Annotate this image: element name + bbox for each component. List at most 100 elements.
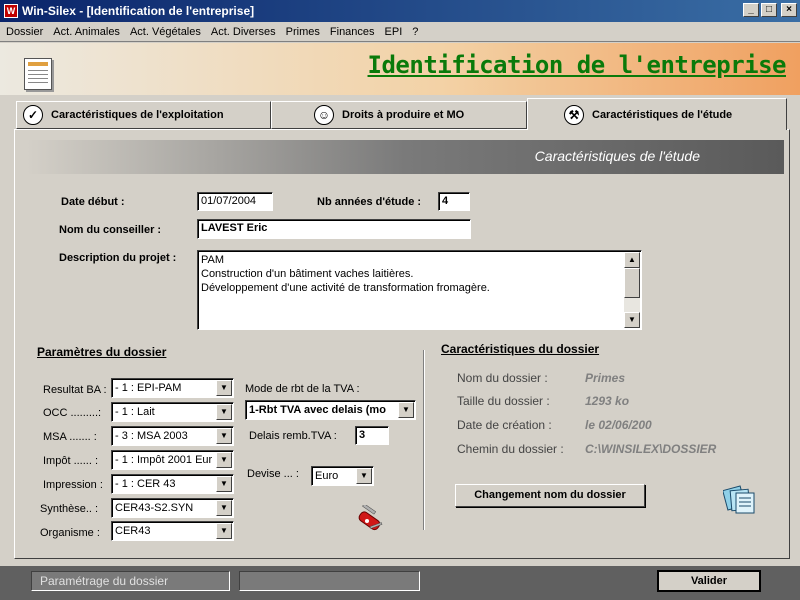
chevron-down-icon[interactable]: ▼ [398,402,414,418]
person-icon: ☺ [314,105,334,125]
devise-label: Devise ... : [247,468,299,480]
impression-label: Impression : [43,479,103,491]
menu-finances[interactable]: Finances [330,26,375,38]
msa-label: MSA ....... : [43,431,97,443]
menu-act-vegetales[interactable]: Act. Végétales [130,26,201,38]
taille-dossier-label: Taille du dossier : [457,394,550,408]
conseiller-input[interactable]: LAVEST Eric [197,219,471,239]
occ-label: OCC .........: [43,407,102,419]
tab-label: Caractéristiques de l'exploitation [51,109,224,121]
organisme-value: CER43 [115,525,151,537]
tab-etude[interactable]: ⚒ Caractéristiques de l'étude [527,98,787,130]
occ-value: - 1 : Lait [115,406,155,418]
chevron-down-icon[interactable]: ▼ [216,428,232,444]
description-label: Description du projet : [59,252,177,264]
synthese-select[interactable]: CER43-S2.SYN ▼ [111,498,234,518]
scroll-thumb[interactable] [624,268,640,298]
maximize-button[interactable]: □ [761,3,777,17]
conseiller-label: Nom du conseiller : [59,224,162,236]
group-divider [423,350,425,530]
impot-select[interactable]: - 1 : Impôt 2001 Eur ▼ [111,450,234,470]
tab-label: Caractéristiques de l'étude [592,108,733,121]
resultat-ba-value: - 1 : EPI-PAM [115,382,182,394]
validate-button[interactable]: Valider [657,570,761,592]
chemin-dossier-value: C:\WINSILEX\DOSSIER [585,442,717,456]
tab-panel [14,129,790,559]
description-textarea[interactable]: PAM Construction d'un bâtiment vaches la… [197,250,642,330]
organisme-label: Organisme : [40,527,100,539]
check-icon: ✓ [23,105,43,125]
title-bar: W Win-Silex - [Identification de l'entre… [0,0,800,22]
notebook-icon [24,58,52,90]
page-title: Identification de l'entreprise [367,51,787,79]
status-panel-main: Paramétrage du dossier [31,571,230,591]
documents-icon[interactable] [723,484,757,516]
menu-epi[interactable]: EPI [385,26,403,38]
page-header: Identification de l'entreprise [0,43,800,95]
description-line: Développement d'une activité de transfor… [201,282,490,294]
chemin-dossier-label: Chemin du dossier : [457,442,564,456]
tva-mode-label: Mode de rbt de la TVA : [245,383,360,395]
nom-dossier-value: Primes [585,371,626,385]
date-debut-input[interactable]: 01/07/2004 [197,192,273,211]
status-panel-secondary [239,571,420,591]
chevron-down-icon[interactable]: ▼ [216,523,232,539]
section-title: Caractéristiques de l'étude [534,148,700,164]
nb-annees-input[interactable]: 4 [438,192,470,211]
menu-dossier[interactable]: Dossier [6,26,43,38]
synthese-label: Synthèse.. : [40,503,99,515]
impression-select[interactable]: - 1 : CER 43 ▼ [111,474,234,494]
tab-droits[interactable]: ☺ Droits à produire et MO [271,101,527,129]
description-scrollbar[interactable]: ▲ ▼ [624,252,640,328]
synthese-value: CER43-S2.SYN [115,502,194,514]
app-icon[interactable]: W [4,4,18,18]
menu-primes[interactable]: Primes [286,26,320,38]
description-line: PAM [201,254,225,266]
dossier-title: Caractéristiques du dossier [441,342,600,356]
taille-dossier-value: 1293 ko [585,394,630,408]
params-title: Paramètres du dossier [37,345,167,359]
rename-dossier-button[interactable]: Changement nom du dossier [455,484,645,507]
tva-delay-input[interactable]: 3 [355,426,389,445]
menu-act-diverses[interactable]: Act. Diverses [211,26,276,38]
close-button[interactable]: × [781,3,797,17]
menu-bar: Dossier Act. Animales Act. Végétales Act… [0,22,800,42]
scroll-up-icon[interactable]: ▲ [624,252,640,268]
chevron-down-icon[interactable]: ▼ [216,500,232,516]
date-debut-label: Date début : [61,196,125,208]
impot-label: Impôt ...... : [43,455,99,467]
resultat-ba-select[interactable]: - 1 : EPI-PAM ▼ [111,378,234,398]
scroll-down-icon[interactable]: ▼ [624,312,640,328]
description-line: Construction d'un bâtiment vaches laitiè… [201,268,414,280]
menu-help[interactable]: ? [412,26,418,38]
date-creation-label: Date de création : [457,418,552,432]
chevron-down-icon[interactable]: ▼ [216,452,232,468]
chevron-down-icon[interactable]: ▼ [216,380,232,396]
impot-value: - 1 : Impôt 2001 Eur [115,454,213,466]
menu-act-animales[interactable]: Act. Animales [53,26,120,38]
nom-dossier-label: Nom du dossier : [457,371,548,385]
devise-select[interactable]: Euro ▼ [311,466,374,486]
nb-annees-label: Nb années d'étude : [317,196,422,208]
occ-select[interactable]: - 1 : Lait ▼ [111,402,234,422]
minimize-button[interactable]: _ [743,3,759,17]
date-creation-value: le 02/06/200 [585,418,652,432]
chevron-down-icon[interactable]: ▼ [356,468,372,484]
organisme-select[interactable]: CER43 ▼ [111,521,234,541]
tab-exploitation[interactable]: ✓ Caractéristiques de l'exploitation [16,101,271,129]
chevron-down-icon[interactable]: ▼ [216,404,232,420]
window-title: Win-Silex - [Identification de l'entrepr… [22,4,255,18]
section-banner: Caractéristiques de l'étude [26,140,784,174]
swiss-knife-icon[interactable] [352,505,384,537]
tva-delay-label: Delais remb.TVA : [249,430,337,442]
wrench-icon: ⚒ [564,104,584,125]
tva-mode-select[interactable]: 1-Rbt TVA avec delais (mo ▼ [245,400,416,420]
resultat-ba-label: Resultat BA : [43,384,107,396]
impression-value: - 1 : CER 43 [115,478,176,490]
msa-value: - 3 : MSA 2003 [115,430,188,442]
devise-value: Euro [315,470,339,482]
chevron-down-icon[interactable]: ▼ [216,476,232,492]
tab-label: Droits à produire et MO [342,109,465,121]
msa-select[interactable]: - 3 : MSA 2003 ▼ [111,426,234,446]
tva-mode-value: 1-Rbt TVA avec delais (mo [249,404,386,416]
